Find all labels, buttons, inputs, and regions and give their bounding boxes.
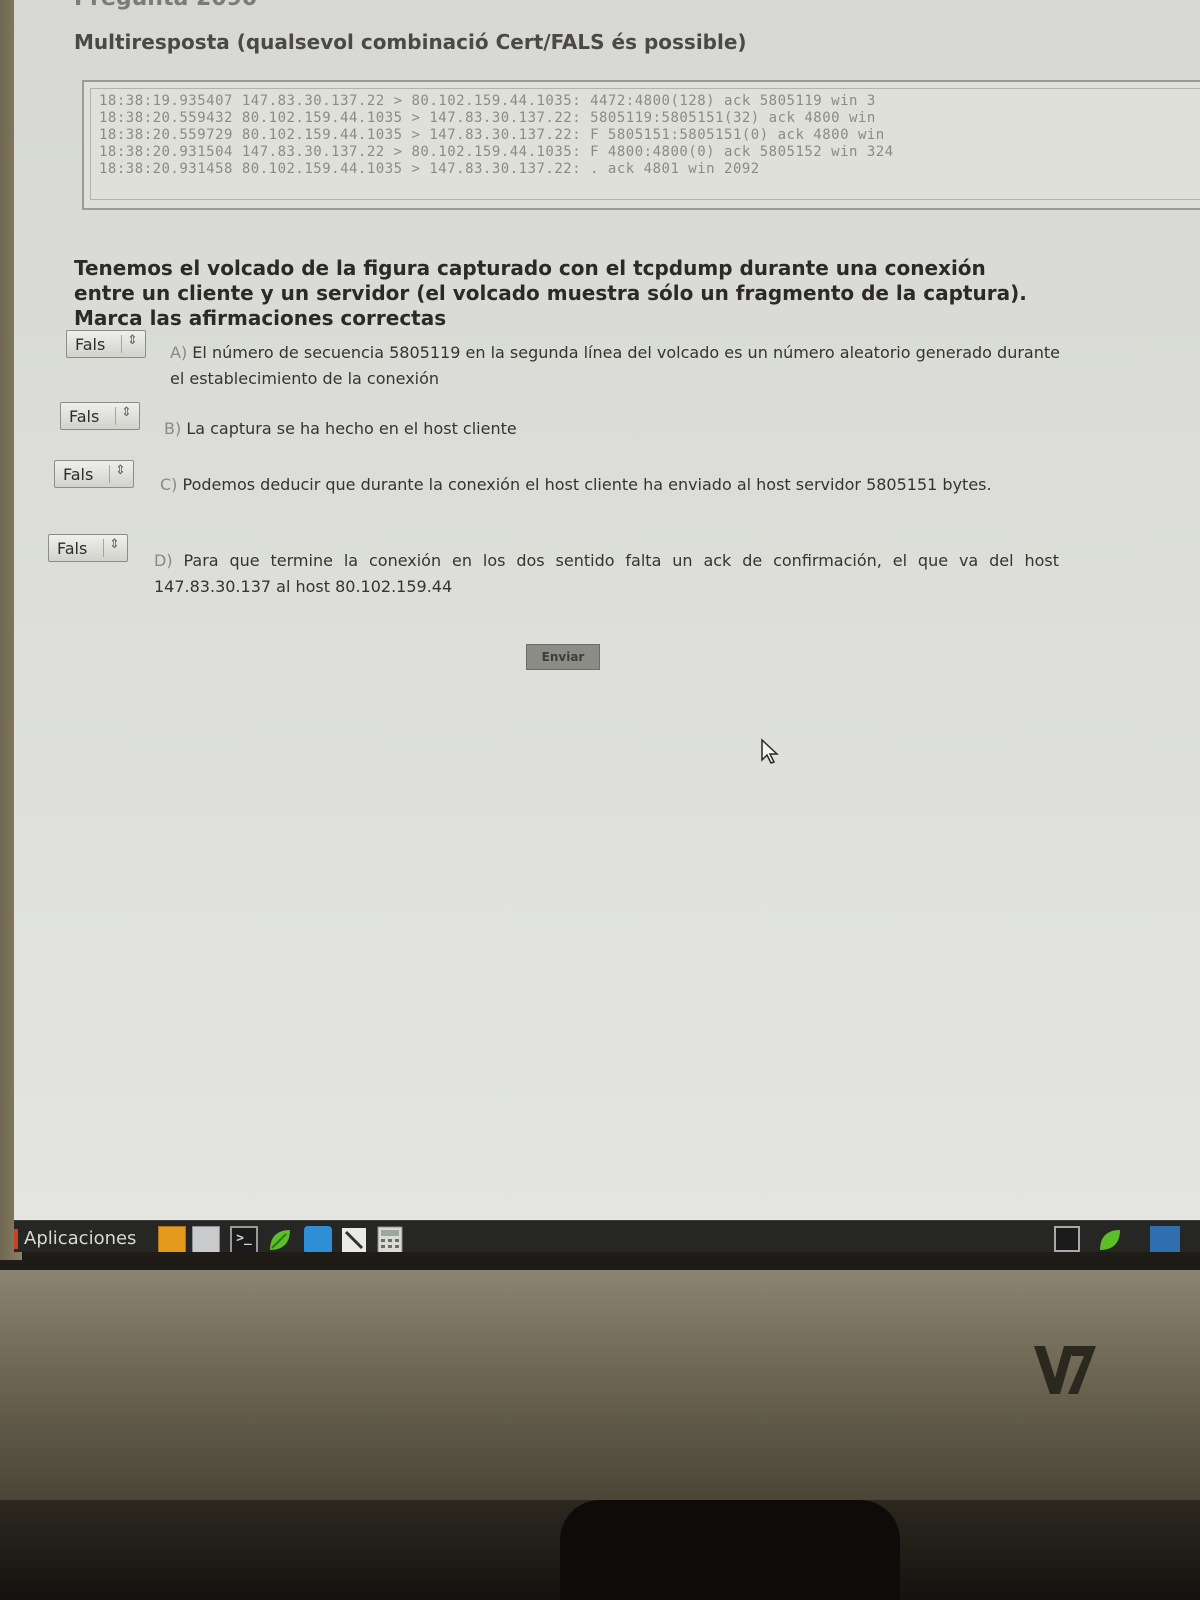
updown-arrows-icon: ⇕ — [109, 537, 120, 552]
window-icon[interactable] — [192, 1226, 220, 1252]
updown-arrows-icon: ⇕ — [115, 463, 126, 478]
option-statement: Podemos deducir que durante la conexión … — [182, 475, 992, 494]
files-icon[interactable] — [158, 1226, 186, 1252]
option-c-text: C) Podemos deducir que durante la conexi… — [160, 472, 1060, 498]
option-letter: A) — [170, 343, 188, 362]
answer-select-c[interactable]: Fals ⇕ — [54, 460, 134, 488]
submit-button[interactable]: Enviar — [526, 644, 600, 670]
browser-icon[interactable] — [304, 1226, 332, 1252]
terminal-icon[interactable]: >_ — [230, 1226, 258, 1252]
screen: Pregunta 2090 Multiresposta (qualsevol c… — [14, 0, 1200, 1252]
answer-select-d[interactable]: Fals ⇕ — [48, 534, 128, 562]
calculator-icon[interactable] — [376, 1226, 404, 1252]
option-letter: B) — [164, 419, 182, 438]
terminal-tray-icon[interactable] — [1054, 1226, 1080, 1252]
dump-line: 18:38:20.931458 80.102.159.44.1035 > 147… — [99, 161, 760, 177]
option-statement: El número de secuencia 5805119 en la seg… — [170, 343, 1060, 388]
option-statement: La captura se ha hecho en el host client… — [186, 419, 517, 438]
mouse-pointer-icon — [761, 738, 779, 764]
taskbar: Aplicaciones >_ — [14, 1220, 1200, 1252]
tcpdump-box: 18:38:19.935407 147.83.30.137.22 > 80.10… — [82, 80, 1200, 210]
question-statement: Tenemos el volcado de la figura capturad… — [74, 256, 1027, 330]
monitor-bezel-bottom — [0, 1270, 1200, 1500]
question-number: Pregunta 2090 — [74, 0, 257, 11]
dump-line: 18:38:20.559729 80.102.159.44.1035 > 147… — [99, 127, 885, 143]
option-b-text: B) La captura se ha hecho en el host cli… — [164, 416, 1064, 442]
answer-select-b[interactable]: Fals ⇕ — [60, 402, 140, 430]
updown-arrows-icon: ⇕ — [121, 405, 132, 420]
option-letter: C) — [160, 475, 178, 494]
leaf-icon[interactable] — [266, 1226, 294, 1252]
select-value: Fals — [69, 407, 100, 426]
network-tray-icon[interactable] — [1150, 1226, 1180, 1252]
select-value: Fals — [63, 465, 94, 484]
option-letter: D) — [154, 551, 173, 570]
option-d-text: D) Para que termine la conexión en los d… — [154, 548, 1059, 600]
select-value: Fals — [57, 539, 88, 558]
monitor-stand — [560, 1500, 900, 1600]
applications-menu-button[interactable]: Aplicaciones — [14, 1225, 144, 1252]
answer-select-a[interactable]: Fals ⇕ — [66, 330, 146, 358]
leaf-tray-icon[interactable] — [1096, 1226, 1124, 1252]
select-value: Fals — [75, 335, 106, 354]
dump-line: 18:38:20.559432 80.102.159.44.1035 > 147… — [99, 110, 876, 126]
monitor-brand-logo — [1034, 1346, 1096, 1394]
question-type-label: Multiresposta (qualsevol combinació Cert… — [74, 30, 747, 54]
dump-line: 18:38:19.935407 147.83.30.137.22 > 80.10… — [99, 93, 876, 109]
option-statement: Para que termine la conexión en los dos … — [154, 551, 1060, 596]
dump-line: 18:38:20.931504 147.83.30.137.22 > 80.10… — [99, 144, 894, 160]
editor-icon[interactable] — [340, 1226, 368, 1252]
updown-arrows-icon: ⇕ — [127, 333, 138, 348]
option-a-text: A) El número de secuencia 5805119 en la … — [170, 340, 1060, 392]
